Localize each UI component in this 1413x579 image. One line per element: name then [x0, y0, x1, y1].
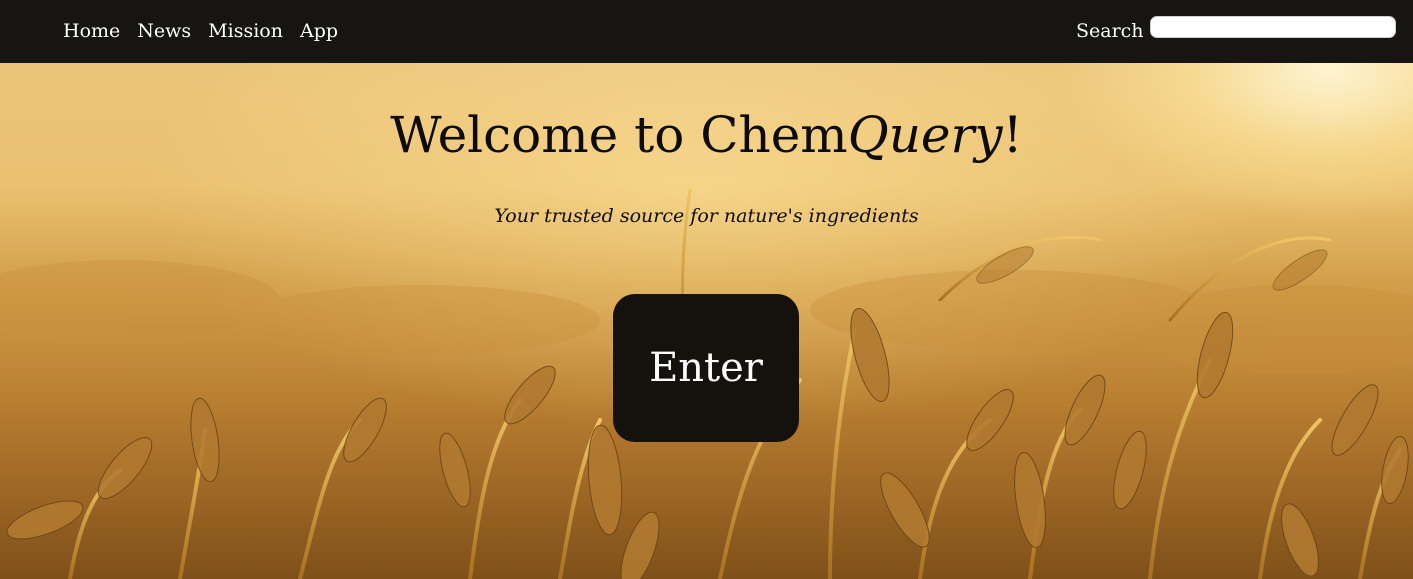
search-input[interactable]: [1150, 16, 1396, 38]
title-suffix: !: [1002, 106, 1023, 164]
landing-page: Home News Mission App Search Welcome to …: [0, 0, 1413, 579]
wheat-stalks-illustration: [0, 63, 1413, 579]
enter-button[interactable]: Enter: [613, 294, 799, 442]
tagline: Your trusted source for nature's ingredi…: [494, 205, 919, 227]
title-prefix: Welcome to Chem: [390, 106, 848, 164]
wheat-field-background-image: [0, 0, 1413, 579]
nav-links: Home News Mission App: [63, 18, 338, 44]
nav-link-mission[interactable]: Mission: [208, 18, 283, 44]
search-label: Search: [1076, 20, 1144, 42]
nav-link-home[interactable]: Home: [63, 18, 120, 44]
top-navbar: Home News Mission App Search: [0, 0, 1413, 63]
page-title: Welcome to ChemQuery!: [0, 100, 1413, 170]
title-emphasis: Query: [847, 106, 1003, 164]
nav-link-news[interactable]: News: [137, 18, 191, 44]
nav-link-app[interactable]: App: [300, 18, 338, 44]
